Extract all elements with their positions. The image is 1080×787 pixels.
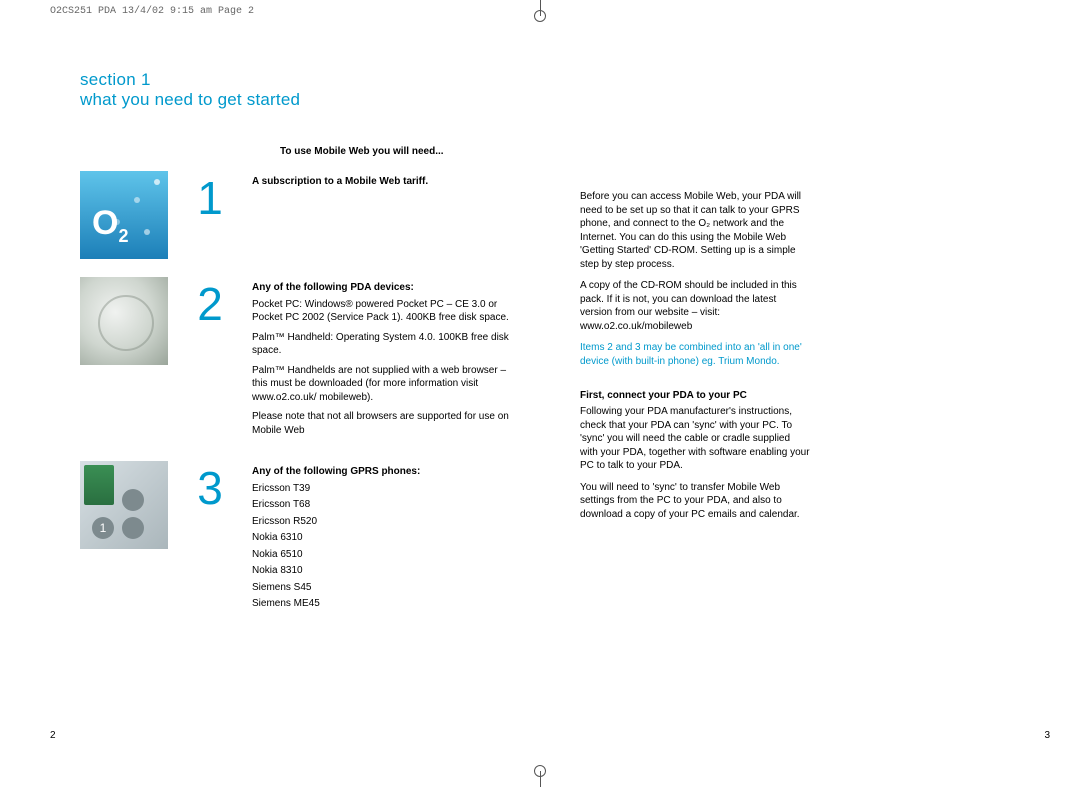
phone-item: Nokia 6510 xyxy=(252,548,520,562)
requirement-block-1: O2 1 A subscription to a Mobile Web tari… xyxy=(80,171,520,259)
crop-mark-bottom xyxy=(520,767,560,787)
pda-device-thumb xyxy=(80,277,168,365)
right-heading: First, connect your PDA to your PC xyxy=(580,390,810,401)
phone-item: Ericsson R520 xyxy=(252,515,520,529)
step-3-heading: Any of the following GPRS phones: xyxy=(252,465,520,479)
right-p3: Following your PDA manufacturer's instru… xyxy=(580,405,810,473)
phone-item: Nokia 8310 xyxy=(252,564,520,578)
step-2-p3: Palm™ Handhelds are not supplied with a … xyxy=(252,364,520,405)
step-number-2: 2 xyxy=(168,277,252,327)
step-2-p2: Palm™ Handheld: Operating System 4.0. 10… xyxy=(252,331,520,358)
right-p2: A copy of the CD-ROM should be included … xyxy=(580,279,810,333)
o2-logo-thumb: O2 xyxy=(80,171,168,259)
page-number-left: 2 xyxy=(50,730,56,741)
o2-logo-icon: O2 xyxy=(92,204,128,247)
crop-mark-top xyxy=(520,0,560,20)
step-2-p1: Pocket PC: Windows® powered Pocket PC – … xyxy=(252,298,520,325)
right-p1: Before you can access Mobile Web, your P… xyxy=(580,190,810,271)
page-left: section 1 what you need to get started T… xyxy=(50,40,550,747)
step-1-body: A subscription to a Mobile Web tariff. xyxy=(252,171,520,192)
page-right: Before you can access Mobile Web, your P… xyxy=(550,40,1050,747)
intro-heading: To use Mobile Web you will need... xyxy=(280,146,520,157)
step-1-heading: A subscription to a Mobile Web tariff. xyxy=(252,175,520,189)
phone-item: Siemens ME45 xyxy=(252,597,520,611)
phone-item: Nokia 6310 xyxy=(252,531,520,545)
phone-item: Ericsson T39 xyxy=(252,482,520,496)
right-column-content: Before you can access Mobile Web, your P… xyxy=(580,190,810,521)
gprs-phone-thumb xyxy=(80,461,168,549)
right-note: Items 2 and 3 may be combined into an 'a… xyxy=(580,341,810,368)
section-label: section 1 xyxy=(80,70,520,90)
page-spread: section 1 what you need to get started T… xyxy=(50,40,1050,747)
step-2-body: Any of the following PDA devices: Pocket… xyxy=(252,277,520,443)
step-number-3: 3 xyxy=(168,461,252,511)
requirement-block-2: 2 Any of the following PDA devices: Pock… xyxy=(80,277,520,443)
step-2-heading: Any of the following PDA devices: xyxy=(252,281,520,295)
step-2-p4: Please note that not all browsers are su… xyxy=(252,410,520,437)
section-title: what you need to get started xyxy=(80,90,520,110)
phone-item: Siemens S45 xyxy=(252,581,520,595)
print-job-header: O2CS251 PDA 13/4/02 9:15 am Page 2 xyxy=(50,6,254,17)
right-p4: You will need to 'sync' to transfer Mobi… xyxy=(580,481,810,522)
phone-item: Ericsson T68 xyxy=(252,498,520,512)
step-3-body: Any of the following GPRS phones: Ericss… xyxy=(252,461,520,614)
page-number-right: 3 xyxy=(1044,730,1050,741)
phone-list: Ericsson T39 Ericsson T68 Ericsson R520 … xyxy=(252,482,520,611)
requirement-block-3: 3 Any of the following GPRS phones: Eric… xyxy=(80,461,520,614)
step-number-1: 1 xyxy=(168,171,252,221)
